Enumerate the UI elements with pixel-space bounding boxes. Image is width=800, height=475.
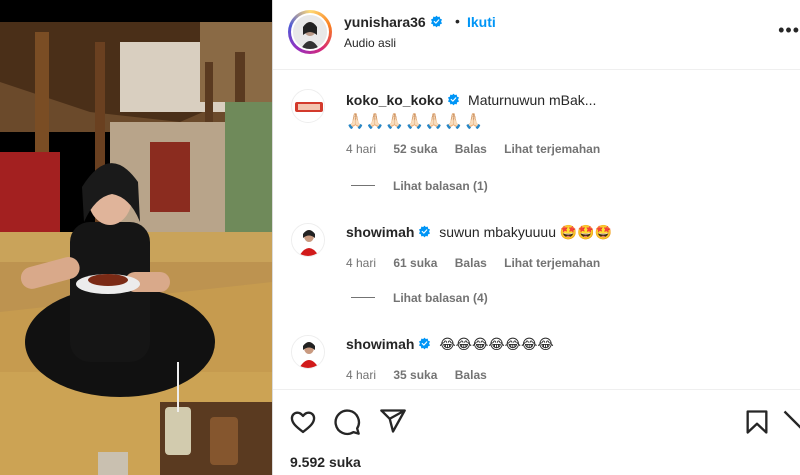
comment-emoji-line: 😂😂😂😂😂😂😂 [439,336,554,352]
avatar-image [292,90,324,122]
likes-label[interactable]: suka [329,454,361,470]
audio-label[interactable]: Audio asli [344,36,396,50]
post-media[interactable] [0,0,272,475]
comment-avatar[interactable] [291,223,325,257]
avatar-image [292,336,324,368]
comment-likes[interactable]: 35 suka [393,368,437,382]
more-options-icon[interactable] [781,408,800,436]
comment-username[interactable]: koko_ko_koko [346,92,443,108]
comment-likes[interactable]: 61 suka [393,256,437,270]
verified-badge-icon [419,337,431,350]
likes-count[interactable]: 9.592 suka [290,454,361,470]
reply-button[interactable]: Balas [455,142,487,156]
action-bar: 9.592 suka [273,389,800,475]
comment-likes[interactable]: 52 suka [393,142,437,156]
comment-time[interactable]: 4 hari [346,368,376,382]
comment-text: suwun mbakyuuuu [439,224,556,240]
more-icon[interactable]: ••• [778,20,800,41]
likes-number[interactable]: 9.592 [290,454,325,470]
comment-text: Maturnuwun mBak... [468,92,597,108]
verified-badge-icon [419,225,431,238]
verified-badge-icon [448,93,460,106]
separator-dot: • [455,13,460,29]
translate-button[interactable]: Lihat terjemahan [504,142,600,156]
comment-emoji-line: 🤩🤩🤩 [559,224,613,240]
comment-time[interactable]: 4 hari [346,256,376,270]
share-icon[interactable] [379,407,407,435]
comment-username[interactable]: showimah [346,336,414,352]
comment-avatar[interactable] [291,89,325,123]
follow-button[interactable]: Ikuti [467,14,496,30]
reply-button[interactable]: Balas [455,256,487,270]
verified-badge-icon [430,15,442,28]
avatar-image [292,224,324,256]
translate-button[interactable]: Lihat terjemahan [504,256,600,270]
comment-time[interactable]: 4 hari [346,142,376,156]
author-avatar[interactable] [288,10,332,54]
comment-avatar[interactable] [291,335,325,369]
view-replies-button[interactable]: Lihat balasan (1) [351,179,488,193]
avatar-image [293,15,327,49]
bookmark-icon[interactable] [743,408,771,436]
comments-list[interactable]: koko_ko_koko Maturnuwun mBak... 🙏🏻🙏🏻🙏🏻🙏🏻… [273,71,800,389]
view-replies-button[interactable]: Lihat balasan (4) [351,291,488,305]
reply-button[interactable]: Balas [455,368,487,382]
post-header: yunishara36 • Ikuti Audio asli ••• [273,0,800,70]
author-username[interactable]: yunishara36 [344,14,443,30]
video-frame-image [0,22,272,475]
comment-icon[interactable] [333,408,361,436]
author-username-text[interactable]: yunishara36 [344,14,426,30]
heart-icon[interactable] [289,408,317,436]
comment-username[interactable]: showimah [346,224,414,240]
comment-emoji-line: 🙏🏻🙏🏻🙏🏻🙏🏻🙏🏻🙏🏻🙏🏻 [346,113,484,130]
